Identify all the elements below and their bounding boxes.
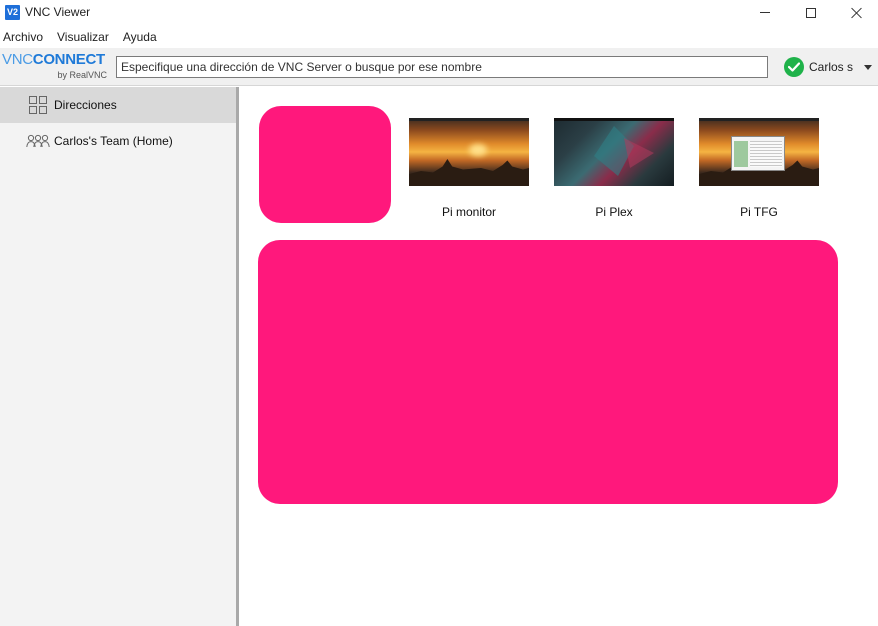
- redacted-panel: [258, 240, 838, 504]
- grid-icon: [29, 96, 47, 114]
- menu-visualizar[interactable]: Visualizar: [54, 27, 109, 47]
- logo-brand: CONNECT: [32, 51, 105, 68]
- chevron-down-icon: [864, 64, 873, 70]
- menu-ayuda[interactable]: Ayuda: [120, 27, 157, 47]
- vnc-app-icon: V2: [5, 5, 20, 20]
- team-icon: [26, 134, 50, 148]
- close-button[interactable]: [834, 0, 878, 25]
- address-search-input[interactable]: [116, 56, 768, 78]
- vnc-connect-logo: VNCCONNECT by RealVNC: [2, 51, 108, 83]
- desktop-thumbnail: [554, 118, 674, 186]
- logo-subtitle: by RealVNC: [57, 70, 107, 80]
- maximize-button[interactable]: [788, 0, 834, 25]
- computers-pane: Pi monitor Pi Plex Pi TFG: [239, 87, 878, 626]
- sidebar-item-team[interactable]: Carlos's Team (Home): [0, 123, 236, 159]
- menu-archivo[interactable]: Archivo: [0, 27, 43, 47]
- minimize-button[interactable]: [742, 0, 788, 25]
- desktop-thumbnail: [409, 118, 529, 186]
- menu-bar: Archivo Visualizar Ayuda: [0, 27, 168, 47]
- computer-tile-pi-plex[interactable]: Pi Plex: [554, 118, 674, 219]
- sidebar: Direcciones Carlos's Team (Home): [0, 87, 236, 626]
- toolbar: VNCCONNECT by RealVNC Carlos s: [0, 48, 878, 86]
- redacted-tile: [259, 106, 391, 223]
- vnc-viewer-window: V2 VNC Viewer Archivo Visualizar Ayuda V…: [0, 0, 878, 626]
- window-title: VNC Viewer: [25, 5, 91, 19]
- account-menu[interactable]: Carlos s: [784, 56, 873, 78]
- sidebar-item-direcciones[interactable]: Direcciones: [0, 87, 236, 123]
- sidebar-item-label: Carlos's Team (Home): [54, 134, 173, 148]
- desktop-thumbnail: [699, 118, 819, 186]
- computer-name: Pi TFG: [740, 205, 778, 219]
- computer-name: Pi Plex: [595, 205, 633, 219]
- user-name: Carlos s: [809, 60, 854, 74]
- computer-tile-pi-tfg[interactable]: Pi TFG: [699, 118, 819, 219]
- computer-name: Pi monitor: [441, 205, 497, 219]
- sidebar-item-label: Direcciones: [54, 98, 117, 112]
- maximize-icon: [806, 7, 816, 18]
- title-bar: V2 VNC Viewer: [0, 0, 878, 25]
- close-icon: [851, 7, 863, 19]
- computer-tile-pi-monitor[interactable]: Pi monitor: [409, 118, 529, 219]
- logo-prefix: VNC: [2, 51, 33, 68]
- signed-in-check-icon: [784, 57, 804, 77]
- minimize-icon: [760, 12, 770, 13]
